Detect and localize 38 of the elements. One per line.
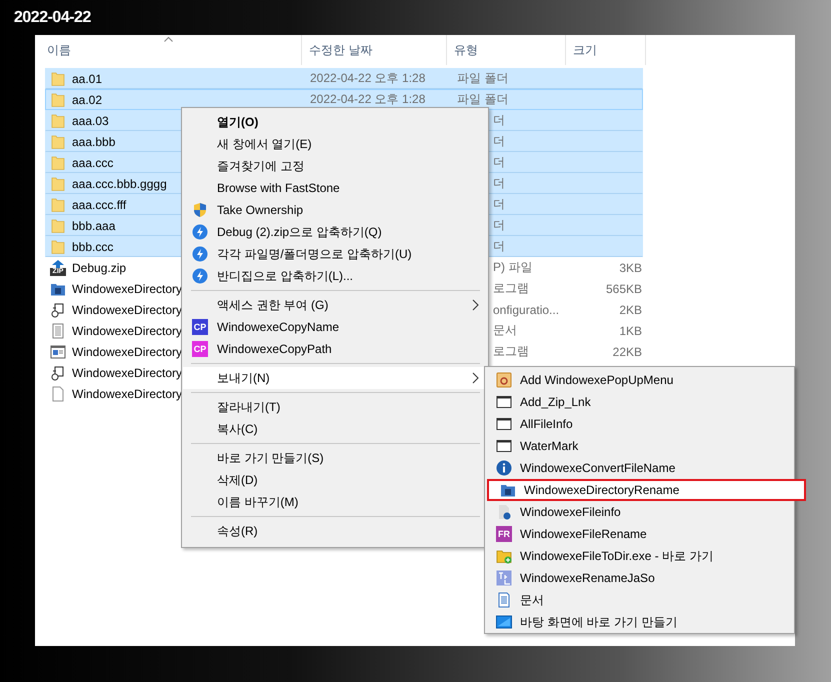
file-name: aaa.ccc.bbb.gggg [72,176,167,190]
file-name: Debug.zip [72,260,126,274]
file-name: aaa.ccc [72,156,114,170]
file-type: 로그램 [493,344,529,358]
file-type: 더 [493,176,505,190]
file-name: aa.01 [72,72,102,86]
file-type: 더 [493,197,505,211]
file-type: 파일 폴더 [457,92,508,106]
file-type: 더 [493,218,505,232]
file-size: 2KB [619,302,642,316]
file-name: aaa.ccc.fff [72,198,126,212]
modified-date: 2022-04-22 오후 1:28 [310,92,426,106]
file-name: aaa.bbb [72,134,116,148]
file-size: 3KB [619,260,642,274]
file-name: aa.02 [72,92,102,106]
file-type: P) 파일 [493,260,532,274]
file-type: 더 [493,239,505,253]
file-name: WindowexeDirectory [72,386,182,400]
file-size: 1KB [619,324,642,338]
file-name: WindowexeDirectory [72,324,182,338]
image-caption: 2022-04-22 [14,8,91,26]
file-size: 22KB [612,344,642,358]
file-type: 문서 [493,323,517,337]
file-type: 로그램 [493,281,529,295]
file-type: onfiguratio... [493,302,560,316]
file-name: WindowexeDirectory [72,344,182,358]
file-name: WindowexeDirectory [72,302,182,316]
file-type: 더 [493,155,505,169]
file-name: bbb.ccc [72,240,114,254]
modified-date: 2022-04-22 오후 1:28 [310,71,426,85]
file-type: 더 [493,113,505,127]
file-name: WindowexeDirectory [72,366,182,380]
file-type: 파일 폴더 [457,71,508,85]
file-type: 더 [493,134,505,148]
file-size: 565KB [606,282,642,296]
file-name: WindowexeDirectory [72,282,182,296]
file-name: aaa.03 [72,114,109,128]
file-name: bbb.aaa [72,218,116,232]
